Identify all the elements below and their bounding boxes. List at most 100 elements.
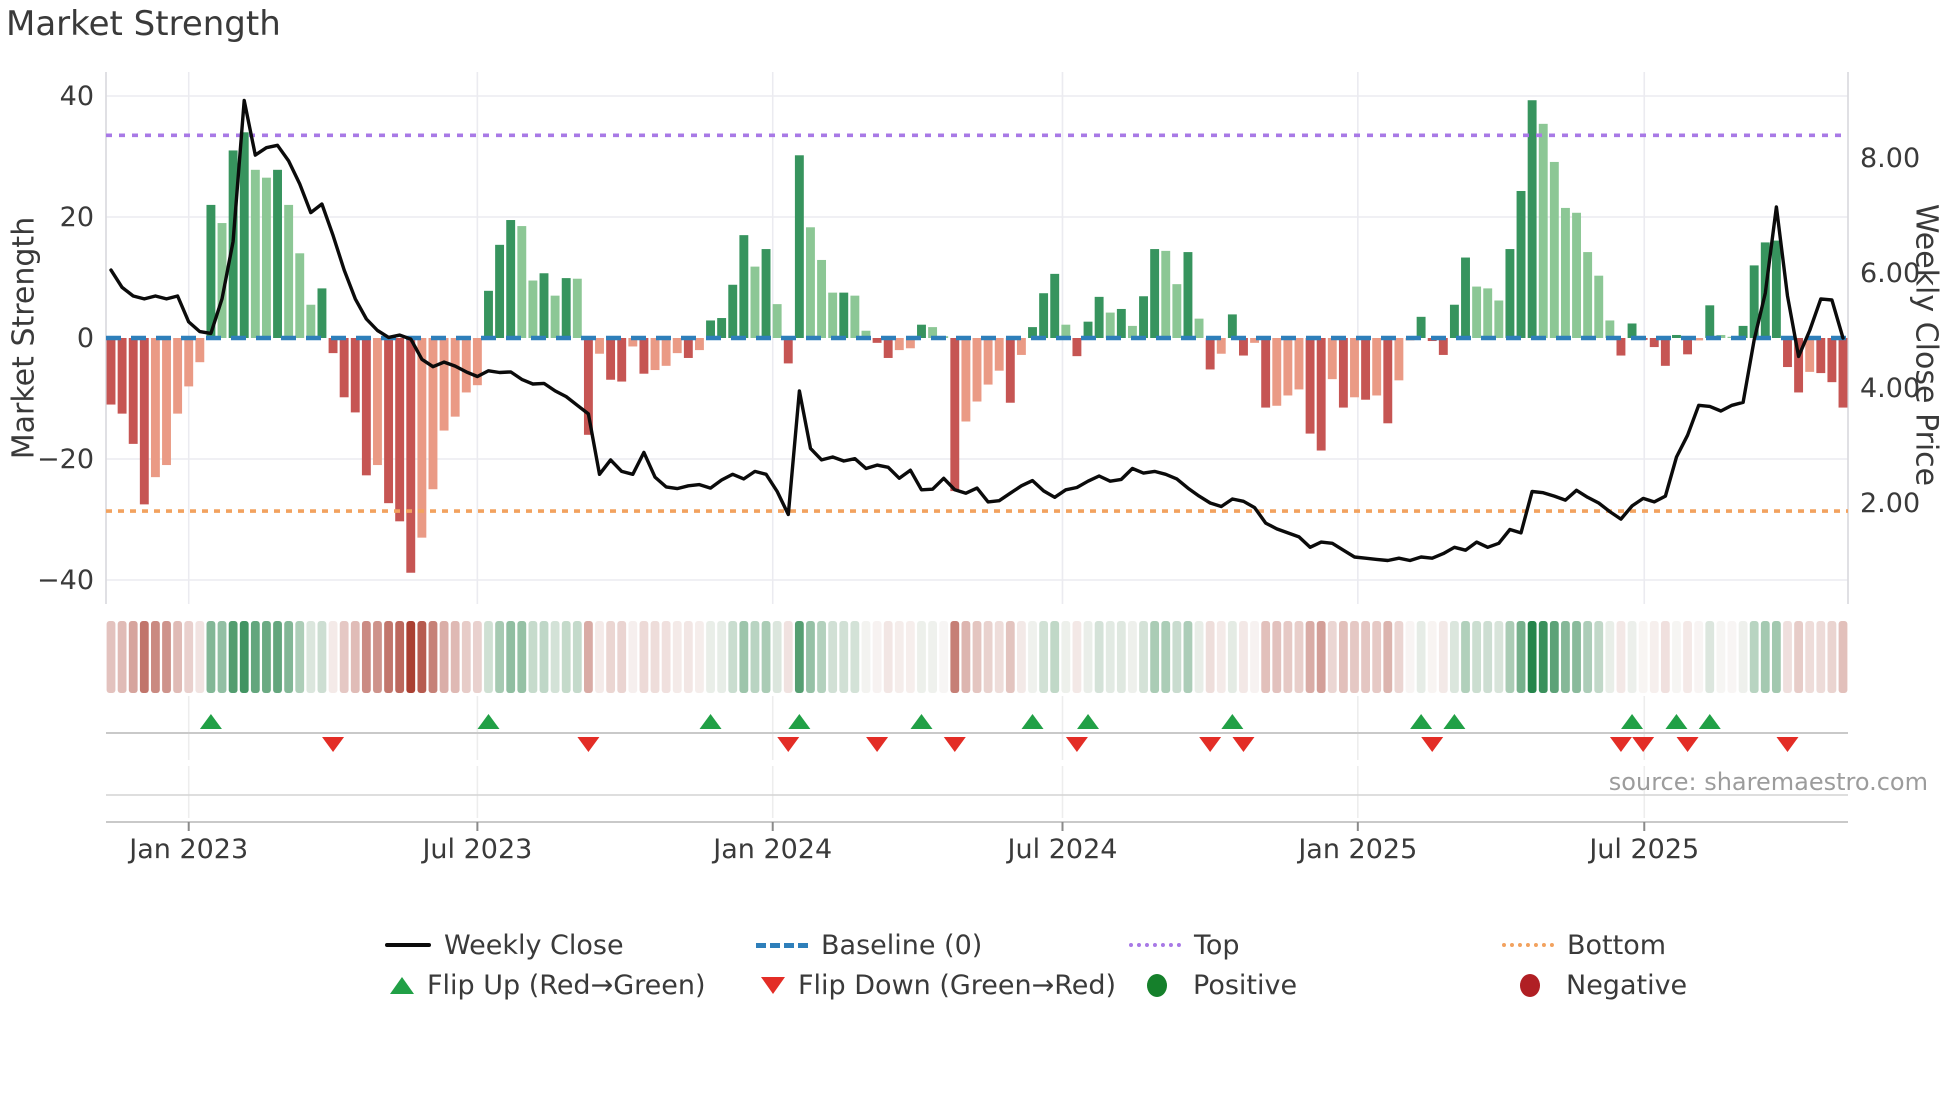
legend-item-positive: Positive	[1134, 968, 1297, 1002]
strength-bar	[1438, 338, 1448, 355]
heatmap-cell	[361, 621, 371, 693]
heatmap-cell	[128, 621, 138, 693]
heatmap-cell	[506, 621, 516, 693]
strength-bar	[1094, 296, 1104, 338]
heatmap-cell	[1583, 621, 1593, 693]
heatmap-cell	[539, 621, 549, 693]
heatmap-cell	[1561, 621, 1570, 693]
heatmap-cell	[1372, 621, 1382, 693]
strength-bar	[1316, 338, 1326, 451]
strength-bar	[1172, 284, 1182, 338]
legend-line-icon	[385, 943, 431, 947]
strength-bar	[461, 338, 471, 393]
heatmap-cell	[1472, 621, 1482, 693]
heatmap-cell	[1183, 621, 1193, 693]
heatmap-cell	[1505, 621, 1515, 693]
heatmap-cell	[728, 621, 738, 693]
legend-tri-up-icon	[390, 976, 414, 994]
flip-down-icon	[322, 737, 345, 752]
strength-bar	[150, 338, 160, 478]
strength-bar	[1005, 338, 1015, 403]
heatmap-cell	[139, 621, 149, 693]
left-tick-label: 40	[60, 81, 94, 112]
strength-bar	[239, 132, 249, 338]
heatmap-cell	[739, 621, 749, 693]
heatmap-cell	[1405, 621, 1415, 693]
strength-bar	[1305, 338, 1315, 434]
strength-bar	[195, 338, 205, 363]
heatmap-cell	[1427, 621, 1437, 693]
strength-bar	[672, 338, 682, 354]
strength-bar	[361, 338, 371, 476]
strength-bar	[717, 318, 727, 338]
strength-bar	[1771, 240, 1781, 338]
heatmap-cell	[606, 621, 616, 693]
heatmap-cell	[1416, 621, 1426, 693]
strength-bar	[1272, 338, 1282, 406]
strength-bar	[373, 338, 382, 466]
flip-up-icon	[477, 714, 500, 729]
strength-bar	[828, 292, 838, 338]
legend-label: Negative	[1566, 969, 1688, 1001]
strength-bar	[617, 338, 627, 382]
heatmap-cell	[706, 621, 715, 693]
strength-bar	[162, 338, 171, 466]
heatmap-cell	[1694, 621, 1704, 693]
heatmap-cell	[828, 621, 838, 693]
strength-bar	[1294, 338, 1304, 390]
strength-bar	[683, 338, 693, 358]
x-tick-label: Jan 2024	[711, 834, 832, 865]
heatmap-cell	[1172, 621, 1182, 693]
flip-up-icon	[1443, 714, 1466, 729]
heatmap-cell	[750, 621, 760, 693]
strength-bar	[595, 338, 604, 354]
heatmap-cell	[295, 621, 305, 693]
strength-bar	[1783, 338, 1792, 368]
strength-bar	[1205, 338, 1215, 370]
heatmap-cell	[584, 621, 593, 693]
flip-down-icon	[777, 737, 800, 752]
strength-bar	[1161, 250, 1171, 338]
heatmap-cell	[1605, 621, 1615, 693]
heatmap-cell	[250, 621, 260, 693]
heatmap-cell	[284, 621, 294, 693]
heatmap-cell	[1827, 621, 1837, 693]
heatmap-cell	[1594, 621, 1604, 693]
strength-bar	[1416, 316, 1426, 338]
heatmap-cell	[1205, 621, 1215, 693]
strength-bar	[1516, 190, 1526, 338]
legend-label: Flip Up (Red→Green)	[427, 969, 706, 1001]
right-tick-label: 2.00	[1860, 488, 1920, 519]
strength-bar	[350, 338, 360, 413]
strength-bar	[850, 295, 860, 338]
legend-tri-down-icon	[761, 976, 785, 994]
strength-bar	[417, 338, 427, 538]
strength-bar	[1050, 273, 1060, 338]
left-axis-title: Market Strength	[6, 216, 42, 460]
strength-bar	[661, 338, 671, 366]
heatmap-cell	[1483, 621, 1493, 693]
strength-bar	[572, 278, 582, 338]
heatmap-cell	[672, 621, 682, 693]
strength-bar	[1350, 338, 1359, 398]
strength-bar	[128, 338, 138, 444]
flip-up-icon	[199, 714, 222, 729]
heatmap-cell	[1794, 621, 1803, 693]
strength-bar	[1705, 305, 1715, 338]
strength-bar	[817, 259, 827, 338]
heatmap-cell	[661, 621, 671, 693]
strength-bar	[1372, 338, 1382, 396]
heatmap-cell	[195, 621, 205, 693]
strength-bar	[983, 338, 993, 385]
strength-bar	[1327, 338, 1337, 380]
strength-bar	[1483, 288, 1493, 338]
strength-bar	[1605, 320, 1615, 338]
heatmap-cell	[117, 621, 127, 693]
strength-bar	[1283, 338, 1293, 396]
heatmap-cell	[1516, 621, 1526, 693]
legend-item-bottom: Bottom	[1502, 928, 1666, 962]
flip-down-icon	[1776, 737, 1799, 752]
flip-up-icon	[1077, 714, 1100, 729]
heatmap-cell	[1672, 621, 1681, 693]
legend-item-top: Top	[1129, 928, 1240, 962]
